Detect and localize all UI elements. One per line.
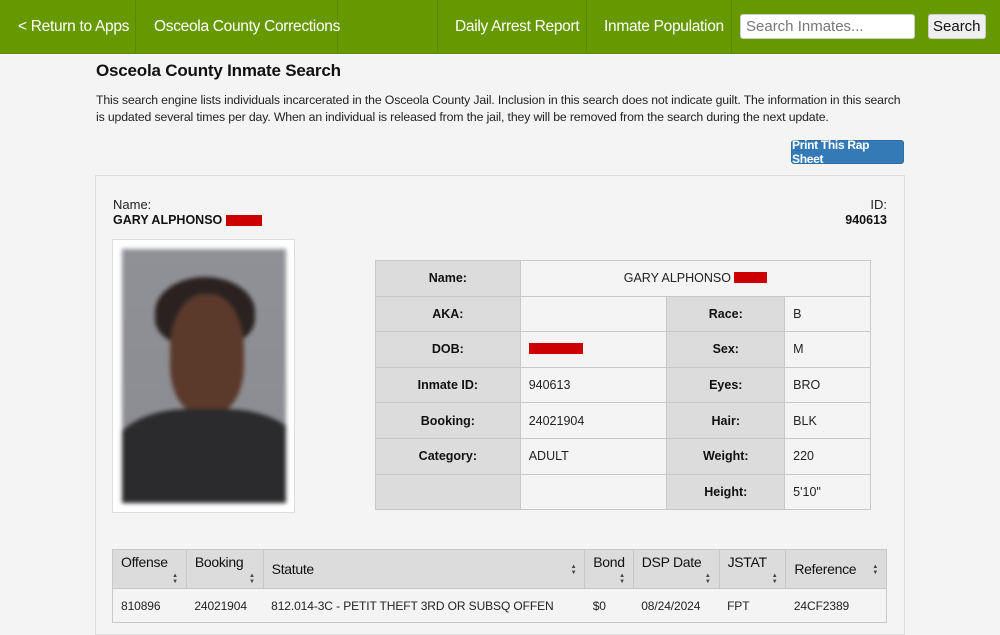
inmate-details-table: Name: GARY ALPHONSO AKA: Race: B DOB: Se… bbox=[375, 260, 872, 511]
name-header-label: Name: bbox=[113, 197, 152, 212]
empty-label bbox=[375, 473, 521, 511]
id-header-label: ID: bbox=[870, 197, 887, 212]
offenses-table: Offense ▲ ▼ Booking ▲ ▼ Statute ▲ ▼ Bond ▲ ▼ DSP… bbox=[112, 549, 887, 623]
details-row: Category: ADULT Weight: 220 bbox=[375, 437, 871, 475]
category-value: ADULT bbox=[519, 437, 668, 475]
details-row: Inmate ID: 940613 Eyes: BRO bbox=[375, 366, 871, 404]
offense-cell: 810896 bbox=[112, 588, 187, 623]
race-value: B bbox=[784, 295, 871, 333]
sort-icon[interactable]: ▲ ▼ bbox=[619, 573, 625, 585]
column-header-dsp-date[interactable]: DSP Date ▲ ▼ bbox=[632, 549, 720, 589]
column-header-jstat[interactable]: JSTAT ▲ ▼ bbox=[718, 549, 787, 589]
weight-value: 220 bbox=[784, 437, 871, 475]
bond-cell: $0 bbox=[584, 588, 634, 623]
sort-icon[interactable]: ▲ ▼ bbox=[872, 564, 878, 576]
eyes-value: BRO bbox=[784, 366, 871, 404]
page-title: Osceola County Inmate Search bbox=[96, 61, 341, 80]
column-header-statute[interactable]: Statute ▲ ▼ bbox=[262, 549, 586, 589]
reference-cell: 24CF2389 bbox=[785, 588, 887, 623]
daily-arrest-report-link[interactable]: Daily Arrest Report bbox=[438, 0, 587, 53]
column-header-reference[interactable]: Reference ▲ ▼ bbox=[785, 549, 887, 589]
site-title-link[interactable]: Osceola County Corrections bbox=[136, 0, 340, 53]
name-value: GARY ALPHONSO bbox=[519, 260, 872, 297]
print-rap-sheet-button[interactable]: Print This Rap Sheet bbox=[791, 138, 904, 166]
sort-icon[interactable]: ▲ ▼ bbox=[249, 573, 255, 585]
offenses-header-row: Offense ▲ ▼ Booking ▲ ▼ Statute ▲ ▼ Bond ▲ ▼ DSP… bbox=[112, 549, 887, 589]
hair-value: BLK bbox=[784, 402, 871, 439]
category-label: Category: bbox=[375, 437, 521, 475]
aka-label: AKA: bbox=[375, 295, 521, 333]
nav-spacer bbox=[338, 0, 438, 53]
hair-label: Hair: bbox=[666, 402, 786, 439]
aka-value bbox=[519, 295, 668, 333]
race-label: Race: bbox=[666, 295, 786, 333]
nav-search-form: Search bbox=[732, 0, 986, 53]
booking-cell: 24021904 bbox=[186, 588, 264, 623]
booking-value: 24021904 bbox=[519, 402, 668, 439]
inmate-photo-frame bbox=[112, 239, 295, 513]
dob-label: DOB: bbox=[375, 331, 521, 368]
inmate-name: GARY ALPHONSO bbox=[113, 213, 223, 227]
column-header-offense[interactable]: Offense ▲ ▼ bbox=[112, 549, 187, 589]
inmate-id-label: Inmate ID: bbox=[375, 366, 521, 404]
redacted-dob bbox=[528, 343, 583, 355]
eyes-label: Eyes: bbox=[666, 366, 786, 404]
sort-icon[interactable]: ▲ ▼ bbox=[772, 573, 778, 585]
details-row: DOB: Sex: M bbox=[375, 331, 871, 368]
sort-icon[interactable]: ▲ ▼ bbox=[705, 573, 711, 585]
intro-text: This search engine lists individuals inc… bbox=[96, 93, 901, 124]
offense-row: 810896 24021904 812.014-3C - PETIT THEFT… bbox=[112, 588, 887, 623]
jstat-cell: FPT bbox=[719, 588, 786, 623]
dob-value bbox=[519, 331, 668, 368]
inmate-id-value: 940613 bbox=[519, 366, 668, 404]
sex-label: Sex: bbox=[666, 331, 786, 368]
return-to-apps-link[interactable]: < Return to Apps bbox=[0, 0, 136, 53]
weight-label: Weight: bbox=[666, 437, 786, 475]
column-header-bond[interactable]: Bond ▲ ▼ bbox=[584, 549, 634, 589]
inmate-population-link[interactable]: Inmate Population bbox=[587, 0, 732, 53]
top-navbar: < Return to Apps Osceola County Correcti… bbox=[0, 0, 1000, 54]
search-inmates-input[interactable] bbox=[740, 14, 915, 39]
details-row: Booking: 24021904 Hair: BLK bbox=[375, 402, 871, 439]
details-row-name: Name: GARY ALPHONSO bbox=[375, 260, 872, 297]
dsp-date-cell: 08/24/2024 bbox=[633, 588, 720, 623]
search-button[interactable]: Search bbox=[928, 14, 986, 39]
sort-icon[interactable]: ▲ ▼ bbox=[172, 573, 178, 585]
id-header-value: 940613 bbox=[845, 213, 887, 227]
height-label: Height: bbox=[666, 473, 786, 511]
empty-value bbox=[519, 473, 668, 511]
name-header-value: GARY ALPHONSO bbox=[113, 213, 263, 227]
sort-icon[interactable]: ▲ ▼ bbox=[571, 564, 577, 576]
redacted-surname bbox=[226, 214, 263, 226]
details-row: AKA: Race: B bbox=[375, 295, 871, 333]
booking-label: Booking: bbox=[375, 402, 521, 439]
height-value: 5'10" bbox=[784, 473, 871, 511]
column-header-booking[interactable]: Booking ▲ ▼ bbox=[185, 549, 264, 589]
sex-value: M bbox=[784, 331, 871, 368]
name-label: Name: bbox=[375, 260, 521, 297]
details-row: Height: 5'10" bbox=[375, 473, 871, 511]
inmate-photo bbox=[122, 249, 286, 503]
redacted-surname bbox=[733, 272, 767, 284]
statute-cell: 812.014-3C - PETIT THEFT 3RD OR SUBSQ OF… bbox=[263, 588, 585, 623]
